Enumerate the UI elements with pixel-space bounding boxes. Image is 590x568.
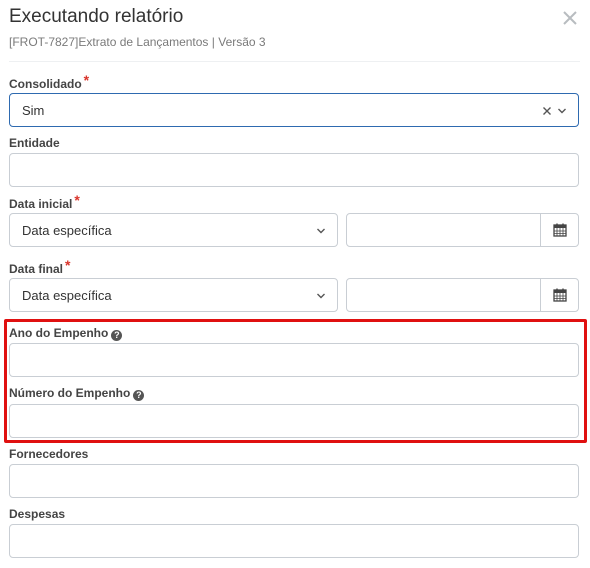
- data-final-select[interactable]: Data específica: [9, 278, 338, 312]
- data-inicial-select[interactable]: Data específica: [9, 213, 338, 247]
- despesas-input[interactable]: [9, 524, 579, 558]
- required-marker: *: [65, 257, 71, 273]
- calendar-button[interactable]: [540, 279, 578, 311]
- clear-icon: [543, 107, 551, 115]
- data-final-date-input[interactable]: [347, 279, 541, 311]
- consolidado-select[interactable]: Sim: [9, 93, 579, 127]
- fornecedores-input[interactable]: [9, 464, 579, 498]
- question-circle-icon[interactable]: ?: [133, 390, 145, 401]
- close-icon: [563, 11, 577, 25]
- chevron-down-icon[interactable]: [557, 106, 567, 116]
- data-inicial-label: Data inicial *: [9, 192, 80, 211]
- chevron-down-icon: [317, 228, 325, 234]
- required-marker: *: [83, 72, 90, 88]
- data-inicial-select-value: Data específica: [22, 223, 112, 238]
- entidade-input[interactable]: [9, 153, 579, 187]
- numero-empenho-input[interactable]: [9, 404, 579, 438]
- consolidado-value: Sim: [22, 103, 45, 118]
- numero-empenho-label: Número do Empenho?: [9, 386, 145, 401]
- dialog-title: Executando relatório: [9, 6, 184, 27]
- clear-button[interactable]: [542, 104, 552, 116]
- data-final-select-value: Data específica: [22, 288, 112, 303]
- ano-empenho-input[interactable]: [9, 343, 579, 377]
- required-marker: *: [74, 192, 80, 208]
- ano-empenho-label: Ano do Empenho?: [9, 326, 123, 341]
- despesas-label: Despesas: [9, 507, 66, 521]
- header-divider: [9, 61, 580, 62]
- data-final-date-group: [346, 278, 579, 312]
- data-inicial-date-input[interactable]: [347, 214, 541, 246]
- data-final-label: Data final *: [9, 257, 71, 276]
- calendar-button[interactable]: [540, 214, 578, 246]
- calendar-icon: [553, 288, 567, 302]
- consolidado-label: Consolidado *: [9, 72, 90, 91]
- fornecedores-label: Fornecedores: [9, 447, 89, 461]
- question-circle-icon[interactable]: ?: [111, 330, 123, 341]
- calendar-icon: [553, 223, 567, 237]
- data-inicial-date-group: [346, 213, 579, 247]
- chevron-down-icon: [317, 293, 325, 299]
- entidade-label: Entidade: [9, 136, 60, 150]
- close-button[interactable]: [560, 8, 580, 28]
- dialog-subtitle: [FROT-7827]Extrato de Lançamentos | Vers…: [9, 35, 266, 49]
